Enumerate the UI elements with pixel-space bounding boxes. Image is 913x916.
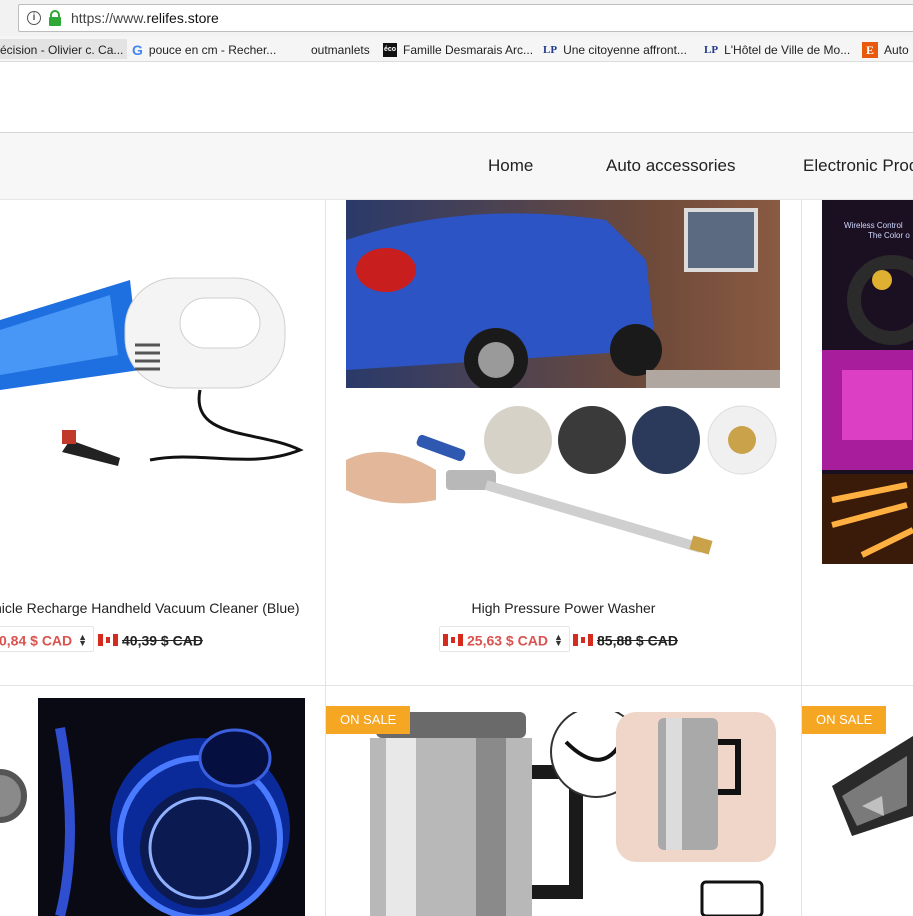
led-cup-holder-image — [0, 698, 305, 916]
bookmark-item[interactable]: Gpouce en cm - Recher... — [132, 39, 276, 59]
bookmark-label: écision - Olivier c. Ca... — [0, 42, 124, 57]
old-price: 40,39 $ CAD — [98, 627, 203, 652]
url-text[interactable]: https://www.relifes.store — [71, 10, 219, 26]
old-price-amount: 85,88 $ CAD — [597, 632, 678, 649]
bookmark-item[interactable]: écision - Olivier c. Ca... — [0, 39, 128, 59]
bookmark-item[interactable]: LP L'Hôtel de Ville de Mo... — [704, 39, 850, 59]
handheld-vacuum-image — [832, 736, 913, 836]
google-icon: G — [132, 41, 143, 58]
nav-home[interactable]: Home — [488, 156, 533, 176]
product-card[interactable]: Wireless Control The Color o — [802, 200, 913, 685]
la-presse-icon: LP — [704, 43, 719, 56]
bookmark-label: L'Hôtel de Ville de Mo... — [724, 42, 851, 57]
product-name[interactable]: hicle Recharge Handheld Vacuum Cleaner (… — [0, 600, 300, 616]
site-header — [0, 62, 913, 132]
travel-mug-image — [370, 712, 776, 916]
sale-price: 25,63 $ CAD — [467, 632, 548, 649]
on-sale-badge: ON SALE — [326, 706, 411, 734]
bookmarks-bar: écision - Olivier c. Ca... Gpouce en cm … — [0, 36, 913, 62]
la-presse-icon: LP — [543, 43, 558, 56]
bookmark-item[interactable]: outmanlets — [311, 39, 370, 59]
product-card[interactable]: High Pressure Power Washer 25,63 $ CAD ▲ ▼… — [326, 200, 801, 685]
old-price: 85,88 $ CAD — [573, 627, 678, 652]
interior-lights-image: Wireless Control The Color o — [822, 200, 913, 564]
image-caption: Wireless Control — [844, 221, 903, 230]
price-selector[interactable]: 0,84 $ CAD ▲ ▼ — [0, 626, 95, 652]
image-caption: The Color o — [868, 231, 910, 240]
lock-icon — [49, 10, 61, 26]
nav-auto-accessories[interactable]: Auto accessories — [606, 156, 735, 176]
bookmark-item[interactable]: E Auto — [862, 39, 909, 59]
vacuum-cleaner-image — [0, 277, 304, 466]
bookmark-label: Auto — [884, 42, 909, 57]
product-card[interactable]: ON SALE — [802, 686, 913, 916]
e-icon: E — [862, 41, 878, 58]
canada-flag-icon — [573, 634, 593, 647]
eco-icon: éco — [383, 42, 397, 57]
car-washing-photo — [346, 200, 780, 388]
product-name[interactable]: High Pressure Power Washer — [326, 600, 801, 616]
old-price-amount: 40,39 $ CAD — [122, 632, 203, 649]
product-card[interactable]: ON SALE — [326, 686, 801, 916]
sale-price: 0,84 $ CAD — [0, 632, 73, 649]
on-sale-badge: ON SALE — [802, 706, 887, 734]
product-card[interactable]: hicle Recharge Handheld Vacuum Cleaner (… — [0, 200, 325, 685]
bookmark-item[interactable]: LP Une citoyenne affront... — [543, 39, 687, 59]
browser-address-bar: i https://www.relifes.store — [0, 0, 913, 36]
canada-flag-icon — [98, 634, 118, 647]
canada-flag-icon — [443, 634, 463, 647]
bookmark-label: outmanlets — [311, 42, 370, 57]
nav-electronic-products[interactable]: Electronic Prod — [803, 156, 913, 176]
sort-arrows-icon: ▲ ▼ — [78, 632, 88, 649]
power-washer-image — [346, 405, 777, 555]
info-icon[interactable]: i — [27, 11, 41, 25]
bookmark-label: Une citoyenne affront... — [563, 42, 687, 57]
main-nav: Home Auto accessories Electronic Prod — [0, 132, 913, 200]
price-selector[interactable]: 25,63 $ CAD ▲ ▼ — [439, 626, 570, 652]
bookmark-label: Famille Desmarais Arc... — [403, 42, 534, 57]
url-field[interactable]: i https://www.relifes.store — [18, 4, 913, 32]
bookmark-item[interactable]: éco Famille Desmarais Arc... — [383, 39, 533, 59]
product-card[interactable] — [0, 686, 325, 916]
sort-arrows-icon: ▲ ▼ — [553, 632, 563, 649]
bookmark-label: pouce en cm - Recher... — [148, 42, 277, 57]
